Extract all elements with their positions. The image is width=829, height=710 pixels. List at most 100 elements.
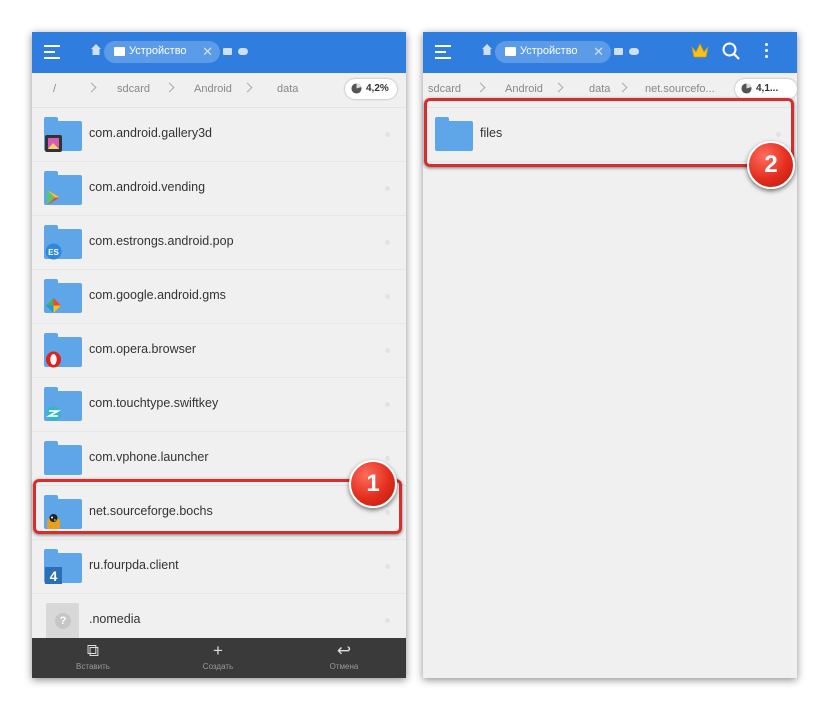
item-name: com.opera.browser — [89, 342, 196, 356]
storage-usage-badge[interactable]: 4,2% — [345, 79, 397, 99]
home-icon[interactable] — [91, 44, 101, 56]
item-name: com.vphone.launcher — [89, 450, 209, 464]
chevron-right-icon — [242, 82, 253, 93]
undo-icon: ↩ — [336, 641, 352, 660]
item-name: com.touchtype.swiftkey — [89, 396, 219, 410]
tab-label: Устройство — [520, 45, 578, 57]
play-store-icon — [47, 190, 60, 205]
close-tab-icon[interactable]: ✕ — [593, 44, 604, 60]
folder-icon — [44, 333, 82, 368]
crown-icon[interactable] — [691, 42, 709, 60]
gallery-icon — [45, 135, 62, 152]
more-options-icon[interactable] — [385, 294, 390, 299]
breadcrumb-item[interactable]: sdcard — [428, 83, 461, 95]
folder-icon: ES — [44, 225, 82, 260]
breadcrumb-item[interactable]: Android — [505, 83, 543, 95]
cancel-label: Отмена — [329, 662, 359, 671]
bottom-toolbar: ⧉ Вставить + Создать ↩ Отмена — [32, 638, 406, 678]
menu-icon[interactable] — [435, 45, 451, 59]
list-item[interactable]: ES com.estrongs.android.pop — [32, 216, 406, 270]
paste-label: Вставить — [76, 662, 110, 671]
create-button[interactable]: + Создать — [173, 641, 263, 671]
list-item[interactable]: com.google.android.gms — [32, 270, 406, 324]
file-list: com.android.gallery3d com.android.vendin… — [32, 108, 406, 648]
breadcrumb-item[interactable]: Android — [194, 83, 232, 95]
paste-icon: ⧉ — [86, 641, 100, 660]
more-options-icon[interactable] — [385, 132, 390, 137]
item-name: com.android.vending — [89, 180, 206, 194]
left-screen: Устройство ✕ / sdcard Android data 4,2% — [32, 32, 406, 678]
storage-device-icon — [114, 47, 125, 56]
question-mark: ? — [55, 613, 71, 629]
breadcrumb-item[interactable]: data — [277, 83, 298, 95]
more-options-icon[interactable] — [385, 402, 390, 407]
svg-text:4: 4 — [50, 568, 58, 584]
chevron-right-icon — [553, 82, 564, 93]
list-item[interactable]: com.android.gallery3d — [32, 108, 406, 162]
create-label: Создать — [202, 662, 234, 671]
unknown-file-icon: ? — [46, 603, 79, 639]
home-icon[interactable] — [482, 44, 492, 56]
tab-device[interactable]: Устройство ✕ — [104, 41, 220, 63]
network-icon[interactable] — [223, 48, 232, 55]
chevron-right-icon — [617, 82, 628, 93]
storage-percent: 4,1... — [756, 83, 779, 94]
pie-chart-icon — [351, 83, 362, 94]
breadcrumb-item[interactable]: net.sourcefo... — [645, 83, 715, 95]
more-options-icon[interactable] — [385, 618, 390, 623]
cloud-icon[interactable] — [629, 48, 639, 55]
list-item[interactable]: 4 ru.fourpda.client — [32, 540, 406, 594]
item-name: .nomedia — [89, 612, 141, 626]
pie-chart-icon — [741, 83, 752, 94]
storage-percent: 4,2% — [366, 83, 389, 94]
tab-label: Устройство — [129, 45, 187, 57]
more-options-icon[interactable] — [385, 348, 390, 353]
more-options-icon[interactable] — [385, 240, 390, 245]
more-options-icon[interactable] — [385, 456, 390, 461]
cancel-button[interactable]: ↩ Отмена — [299, 641, 389, 671]
list-item[interactable]: com.touchtype.swiftkey — [32, 378, 406, 432]
close-tab-icon[interactable]: ✕ — [202, 44, 213, 60]
breadcrumb: / sdcard Android data 4,2% — [32, 73, 406, 108]
folder-icon: 4 — [44, 549, 82, 584]
storage-usage-badge[interactable]: 4,1... — [735, 79, 797, 99]
item-name: com.google.android.gms — [89, 288, 226, 302]
cloud-icon[interactable] — [238, 48, 248, 55]
item-name: ru.fourpda.client — [89, 558, 179, 572]
storage-device-icon — [505, 47, 516, 56]
breadcrumb-item[interactable]: data — [589, 83, 610, 95]
more-vertical-icon[interactable] — [763, 43, 769, 61]
opera-icon — [46, 351, 61, 368]
highlight-box — [424, 98, 794, 167]
breadcrumb-item[interactable]: sdcard — [117, 83, 150, 95]
swiftkey-icon — [45, 406, 62, 421]
breadcrumb-item[interactable]: / — [53, 83, 56, 95]
more-options-icon[interactable] — [385, 564, 390, 569]
folder-icon — [44, 441, 82, 475]
network-icon[interactable] — [614, 48, 623, 55]
folder-icon — [44, 117, 82, 152]
item-name: com.estrongs.android.pop — [89, 234, 234, 248]
list-item[interactable]: com.opera.browser — [32, 324, 406, 378]
app-bar: Устройство ✕ — [423, 32, 797, 73]
folder-icon — [44, 279, 82, 313]
search-icon[interactable] — [721, 41, 741, 61]
step-marker-2: 2 — [747, 141, 795, 189]
folder-icon — [44, 171, 82, 205]
svg-text:ES: ES — [48, 248, 59, 257]
app-bar: Устройство ✕ — [32, 32, 406, 73]
chevron-right-icon — [86, 82, 97, 93]
fourpda-icon: 4 — [45, 567, 62, 584]
item-name: com.android.gallery3d — [89, 126, 212, 140]
chevron-right-icon — [475, 82, 486, 93]
chevron-right-icon — [164, 82, 175, 93]
highlight-box — [33, 479, 402, 534]
paste-button[interactable]: ⧉ Вставить — [48, 641, 138, 671]
step-marker-1: 1 — [349, 460, 397, 508]
list-item[interactable]: com.android.vending — [32, 162, 406, 216]
google-play-services-icon — [46, 298, 61, 313]
plus-icon: + — [213, 641, 223, 660]
tab-device[interactable]: Устройство ✕ — [495, 41, 611, 63]
more-options-icon[interactable] — [385, 186, 390, 191]
menu-icon[interactable] — [44, 45, 60, 59]
